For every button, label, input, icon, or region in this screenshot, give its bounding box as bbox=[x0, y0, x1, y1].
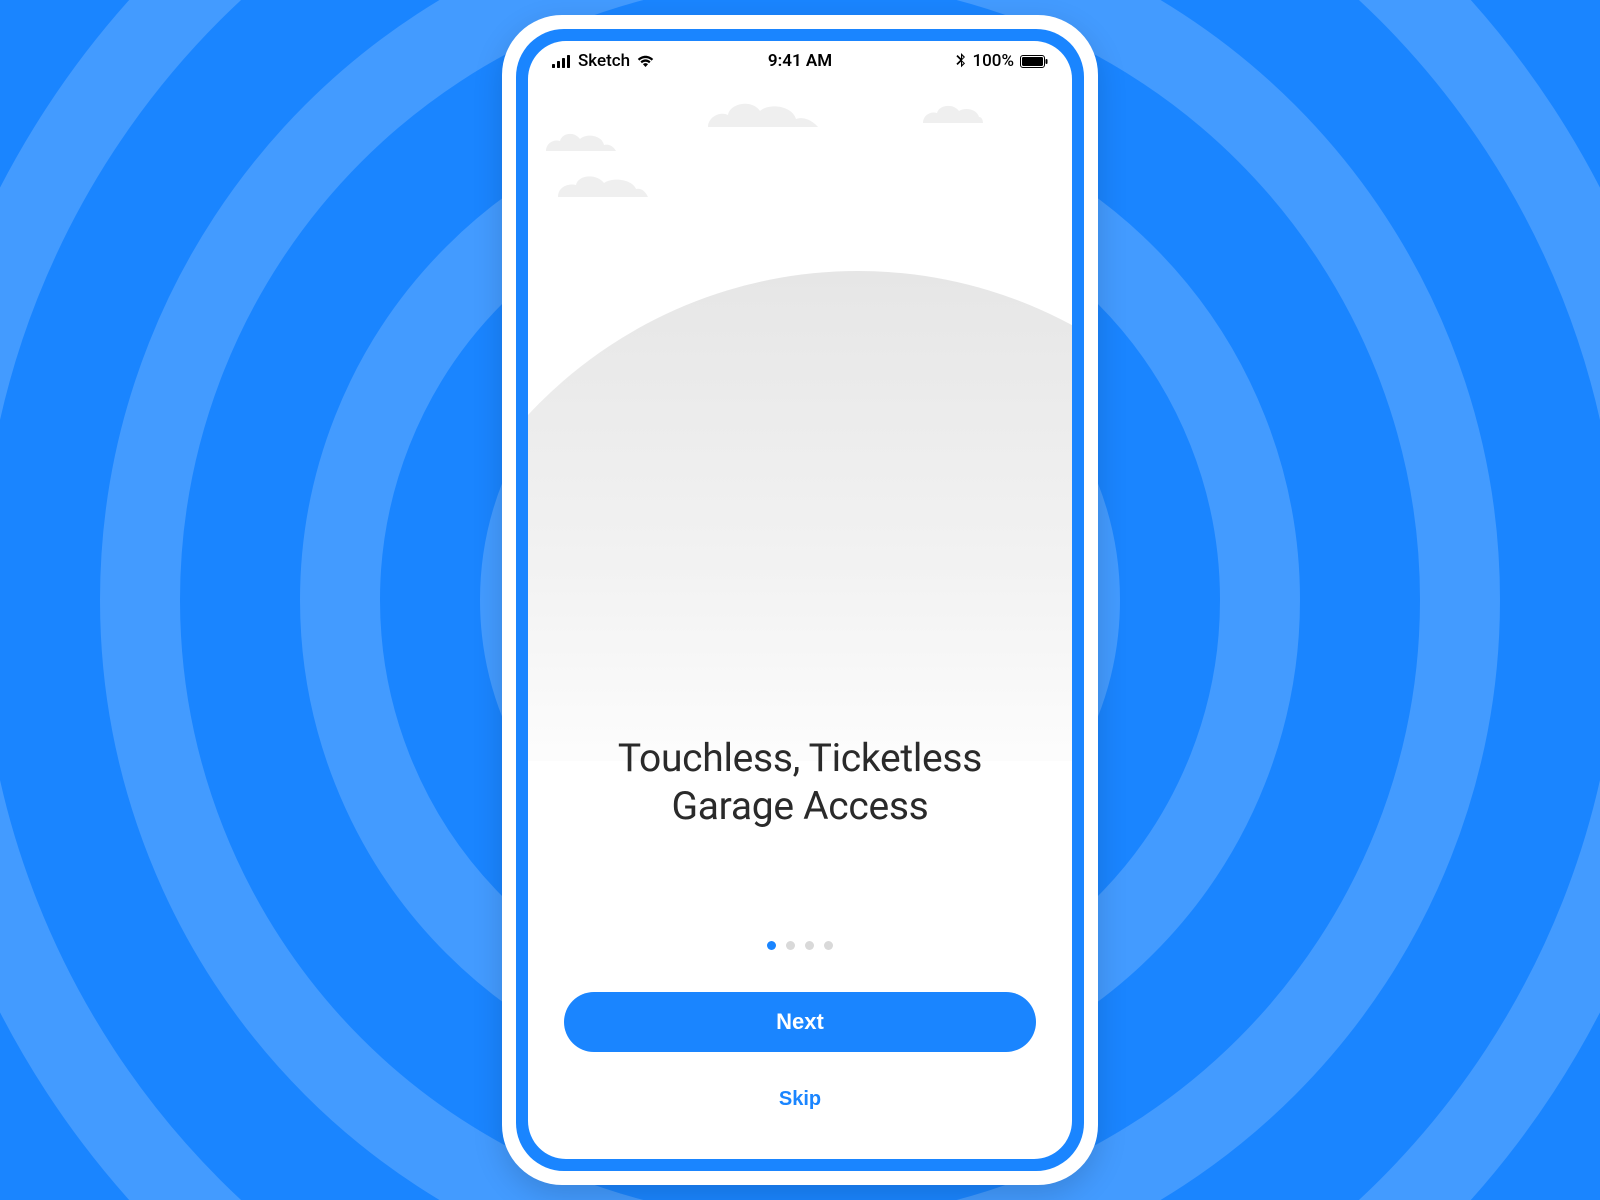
status-bar: Sketch 9:41 AM bbox=[528, 41, 1072, 81]
battery-icon bbox=[1020, 55, 1048, 68]
phone-screen: Sketch 9:41 AM bbox=[528, 41, 1072, 1159]
skip-button[interactable]: Skip bbox=[763, 1080, 837, 1119]
onboarding-headline: Touchless, Ticketless Garage Access bbox=[618, 734, 982, 832]
cellular-signal-icon bbox=[552, 55, 572, 68]
status-carrier-label: Sketch bbox=[578, 51, 630, 71]
page-dot-2[interactable] bbox=[786, 941, 795, 950]
next-button[interactable]: Next bbox=[564, 992, 1036, 1052]
status-bar-right: 100% bbox=[956, 51, 1048, 71]
hill-shape bbox=[528, 271, 1072, 761]
page-dot-4[interactable] bbox=[824, 941, 833, 950]
phone-frame: Sketch 9:41 AM bbox=[502, 15, 1098, 1185]
page-dot-3[interactable] bbox=[805, 941, 814, 950]
onboarding-illustration bbox=[528, 41, 1072, 761]
status-bar-left: Sketch bbox=[552, 51, 655, 71]
phone-frame-inner: Sketch 9:41 AM bbox=[516, 29, 1084, 1171]
page-indicator[interactable] bbox=[767, 941, 833, 950]
page-dot-1[interactable] bbox=[767, 941, 776, 950]
wifi-icon bbox=[636, 54, 655, 68]
onboarding-content: Touchless, Ticketless Garage Access Next… bbox=[528, 734, 1072, 1160]
bluetooth-icon bbox=[956, 53, 966, 69]
status-battery-percent: 100% bbox=[972, 51, 1014, 71]
stage: Sketch 9:41 AM bbox=[0, 0, 1600, 1200]
